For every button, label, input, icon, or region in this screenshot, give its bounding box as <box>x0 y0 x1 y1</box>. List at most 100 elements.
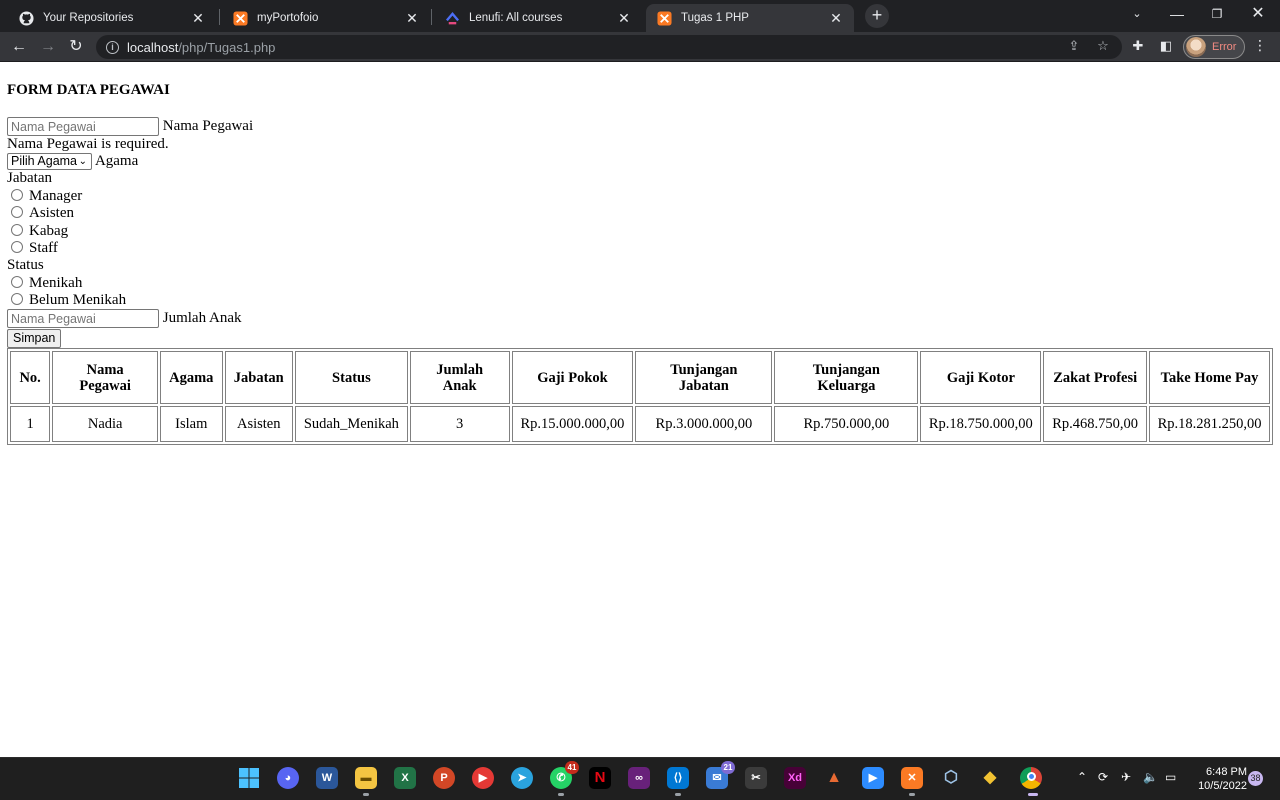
tab-search-icon[interactable]: ⌄ <box>1117 0 1157 30</box>
menu-icon[interactable]: ⋮ <box>1253 38 1267 54</box>
agama-select[interactable]: Pilih Agama ⌄ <box>7 153 92 171</box>
xampp-icon <box>232 10 248 26</box>
chrome-icon[interactable] <box>1020 767 1042 789</box>
jabatan-option-asisten[interactable]: Asisten <box>7 205 74 222</box>
powerpoint-icon[interactable]: P <box>433 767 455 789</box>
close-icon[interactable]: ✕ <box>616 10 632 27</box>
column-header: Take Home Pay <box>1149 351 1270 404</box>
tab-title: Tugas 1 PHP <box>681 12 749 24</box>
radio-button[interactable] <box>11 276 23 288</box>
adobe-xd-icon[interactable]: Xd <box>784 767 806 789</box>
xampp-icon[interactable]: ✕ <box>901 767 923 789</box>
close-icon[interactable]: ✕ <box>404 10 420 27</box>
reload-icon[interactable]: ↻ <box>65 36 87 58</box>
volume-icon[interactable]: 🔈 <box>1143 770 1158 784</box>
status-label: Status <box>7 257 44 273</box>
discord-icon[interactable]: ◕ <box>277 767 299 789</box>
back-arrow-icon[interactable]: ← <box>8 36 30 58</box>
airplane-mode-icon[interactable]: ✈ <box>1121 770 1131 784</box>
jabatan-option-staff[interactable]: Staff <box>7 240 58 257</box>
status-option-belum-menikah[interactable]: Belum Menikah <box>7 292 126 309</box>
close-icon[interactable]: ✕ <box>828 10 844 27</box>
side-panel-icon[interactable]: ◧ <box>1158 39 1174 55</box>
profile-button[interactable]: Error <box>1183 35 1245 59</box>
lenufi-icon <box>444 10 460 26</box>
radio-button[interactable] <box>11 241 23 253</box>
sync-icon[interactable]: ⟳ <box>1098 770 1108 784</box>
visual-studio-icon[interactable]: ∞ <box>628 767 650 789</box>
page-title: FORM DATA PEGAWAI <box>7 82 170 98</box>
netflix-icon[interactable]: N <box>589 767 611 789</box>
new-tab-button[interactable]: + <box>865 4 889 28</box>
tab-lenufi[interactable]: Lenufi: All courses ✕ <box>434 4 642 32</box>
chevron-up-icon[interactable]: ⌃ <box>1077 770 1087 784</box>
battery-icon[interactable]: ▭ <box>1165 770 1176 784</box>
info-icon[interactable]: i <box>106 40 119 54</box>
table-cell: 1 <box>10 406 51 442</box>
radio-button[interactable] <box>11 189 23 201</box>
jumlah-anak-row: Jumlah Anak <box>7 309 242 328</box>
jabatan-option-kabag[interactable]: Kabag <box>7 223 68 240</box>
close-icon[interactable]: ✕ <box>190 10 206 27</box>
tab-tugas1[interactable]: Tugas 1 PHP ✕ <box>646 4 854 32</box>
bookmark-star-icon[interactable]: ☆ <box>1095 39 1111 55</box>
page-content: FORM DATA PEGAWAI Nama Pegawai Nama Pega… <box>0 63 1280 757</box>
chevron-down-icon: ⌄ <box>78 156 87 168</box>
windows-start-icon[interactable] <box>238 767 260 789</box>
mail-badge: 21 <box>721 761 735 774</box>
radio-button[interactable] <box>11 224 23 236</box>
table-cell: Sudah_Menikah <box>294 406 408 442</box>
youtube-music-icon[interactable]: ▶ <box>472 767 494 789</box>
nama-pegawai-input[interactable] <box>7 117 159 136</box>
tab-myportofoio[interactable]: myPortofoio ✕ <box>222 4 430 32</box>
nama-pegawai-label: Nama Pegawai <box>162 117 254 134</box>
restore-button[interactable]: ❐ <box>1197 0 1237 30</box>
table-cell: Islam <box>160 406 223 442</box>
column-header: Status <box>294 351 408 404</box>
column-header: Zakat Profesi <box>1043 351 1148 404</box>
forward-arrow-icon[interactable]: → <box>37 36 59 58</box>
mail-icon[interactable]: ✉ 21 <box>706 761 735 789</box>
matlab-icon[interactable]: ▲ <box>823 767 845 789</box>
table-cell: Rp.18.750.000,00 <box>920 406 1042 442</box>
tab-your-repositories[interactable]: Your Repositories ✕ <box>8 4 216 32</box>
column-header: Nama Pegawai <box>52 351 159 404</box>
radio-button[interactable] <box>11 206 23 218</box>
column-header: No. <box>10 351 51 404</box>
jumlah-anak-label: Jumlah Anak <box>162 309 242 326</box>
jabatan-option-manager[interactable]: Manager <box>7 188 82 205</box>
table-cell: Rp.750.000,00 <box>774 406 919 442</box>
share-icon[interactable]: ⇪ <box>1066 39 1082 55</box>
jumlah-anak-input[interactable] <box>7 309 159 328</box>
zoom-icon[interactable]: ▶ <box>862 767 884 789</box>
telegram-icon[interactable]: ➤ <box>511 767 533 789</box>
column-header: Jabatan <box>224 351 293 404</box>
virtualbox-icon[interactable]: ⬡ <box>940 767 962 789</box>
notification-badge[interactable]: 38 <box>1248 771 1263 786</box>
table-cell: Rp.468.750,00 <box>1043 406 1148 442</box>
column-header: Gaji Pokok <box>511 351 634 404</box>
vscode-icon[interactable]: ⟨⟩ <box>667 767 689 789</box>
extensions-puzzle-icon[interactable]: ✚ <box>1130 39 1146 55</box>
whatsapp-icon[interactable]: ✆ 41 <box>550 761 579 789</box>
file-explorer-icon[interactable]: ▬ <box>355 767 377 789</box>
minimize-button[interactable]: — <box>1157 0 1197 30</box>
xampp-icon <box>656 10 672 26</box>
word-icon[interactable]: W <box>316 767 338 789</box>
git-icon[interactable]: ◆ <box>979 767 1001 789</box>
url-path: /php/Tugas1.php <box>178 39 276 55</box>
tab-title: Your Repositories <box>43 12 134 24</box>
address-bar[interactable]: i localhost/php/Tugas1.php ⇪ ☆ <box>96 35 1122 59</box>
whatsapp-badge: 41 <box>565 761 579 774</box>
window-close-button[interactable]: ✕ <box>1238 0 1278 30</box>
system-clock[interactable]: 6:48 PM 10/5/2022 <box>1189 765 1247 793</box>
radio-button[interactable] <box>11 293 23 305</box>
github-icon <box>18 10 34 26</box>
browser-tab-strip: Your Repositories ✕ myPortofoio ✕ Lenufi… <box>0 0 1280 32</box>
profile-status: Error <box>1212 41 1237 53</box>
snipping-tool-icon[interactable]: ✂ <box>745 767 767 789</box>
nama-error-text: Nama Pegawai is required. <box>7 136 169 152</box>
simpan-button[interactable]: Simpan <box>7 329 62 348</box>
status-option-menikah[interactable]: Menikah <box>7 275 82 292</box>
excel-icon[interactable]: X <box>394 767 416 789</box>
